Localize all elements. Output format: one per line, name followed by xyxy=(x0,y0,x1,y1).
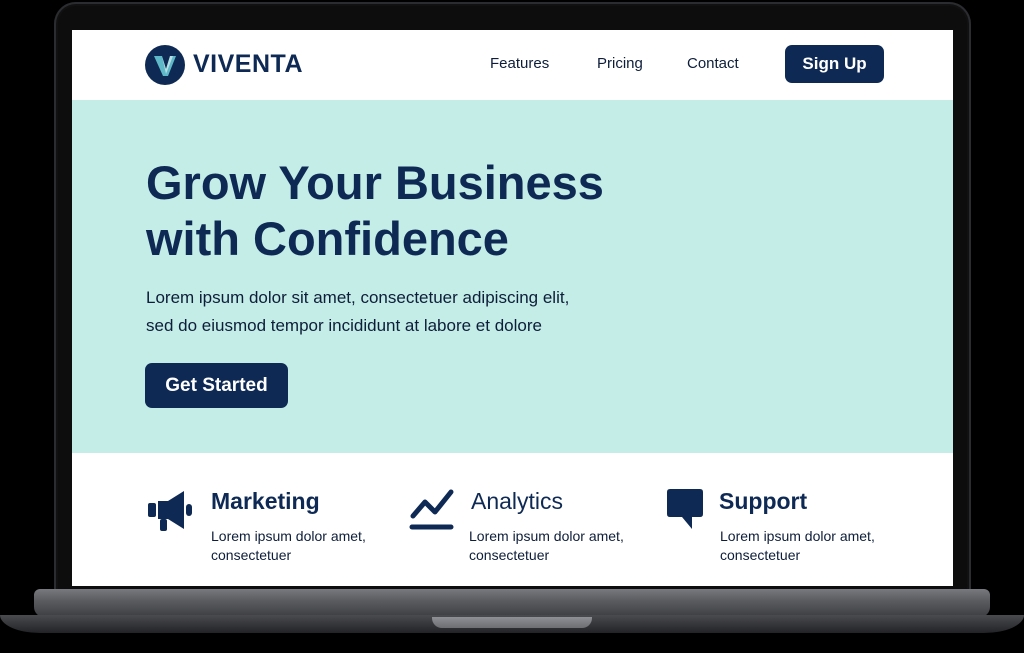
feature-title: Analytics xyxy=(471,488,564,514)
chat-bubble-icon xyxy=(667,489,703,529)
nav-link-pricing[interactable]: Pricing xyxy=(597,55,643,72)
logo-icon[interactable] xyxy=(145,45,185,85)
feature-title: Support xyxy=(719,488,808,514)
hero-subtitle: Lorem ipsum dolor sit amet, consectetuer… xyxy=(146,284,666,340)
get-started-button[interactable]: Get Started xyxy=(145,363,288,408)
hero-subtitle-line: sed do eiusmod tempor incididunt at labo… xyxy=(146,316,542,335)
laptop-notch xyxy=(432,617,592,628)
feature-support: Support Lorem ipsum dolor amet, consecte… xyxy=(664,486,904,576)
nav-link-features[interactable]: Features xyxy=(490,55,549,72)
laptop-deck xyxy=(34,589,990,617)
megaphone-icon xyxy=(148,491,192,531)
feature-description: Lorem ipsum dolor amet, consectetuer xyxy=(720,528,875,563)
laptop-base xyxy=(0,589,1024,645)
feature-description: Lorem ipsum dolor amet, consectetuer xyxy=(211,528,366,563)
hero-section: Grow Your Business with Confidence Lorem… xyxy=(72,100,953,453)
hero-title: Grow Your Business with Confidence xyxy=(146,156,604,265)
brand-name[interactable]: VIVENTA xyxy=(193,50,303,79)
nav-link-contact[interactable]: Contact xyxy=(687,55,739,72)
feature-title: Marketing xyxy=(211,488,320,514)
chart-line-icon xyxy=(409,489,454,530)
sign-up-button[interactable]: Sign Up xyxy=(785,45,884,83)
feature-description: Lorem ipsum dolor amet, consectetuer xyxy=(469,528,624,563)
navbar: VIVENTA Features Pricing Contact Sign Up xyxy=(72,30,953,100)
feature-analytics: Analytics Lorem ipsum dolor amet, consec… xyxy=(409,486,649,576)
browser-screen: VIVENTA Features Pricing Contact Sign Up… xyxy=(72,30,953,586)
hero-subtitle-line: Lorem ipsum dolor sit amet, consectetuer… xyxy=(146,288,570,307)
feature-marketing: Marketing Lorem ipsum dolor amet, consec… xyxy=(146,486,386,576)
